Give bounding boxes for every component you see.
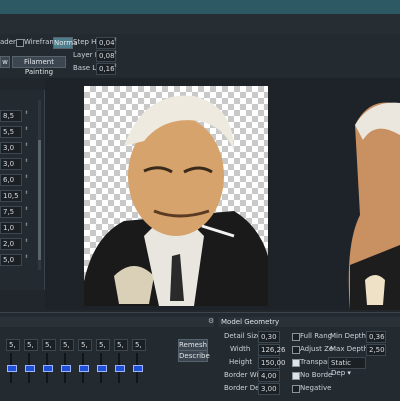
wireframe-checkbox[interactable] bbox=[16, 39, 24, 47]
filament-painting-button[interactable]: Filament Painting bbox=[12, 56, 66, 76]
left-value-field[interactable]: 3,0 bbox=[0, 158, 22, 170]
left-value-spinner[interactable]: ⬍ bbox=[24, 223, 29, 228]
max-depth-field[interactable]: 2,50 bbox=[366, 344, 386, 356]
left-value-spinner[interactable]: ⬍ bbox=[24, 159, 29, 164]
slider-thumb[interactable] bbox=[133, 365, 143, 372]
left-value-field[interactable]: 10,5 bbox=[0, 190, 22, 202]
slider-value-field[interactable]: 5, bbox=[60, 339, 74, 351]
layer-height-spinner[interactable]: ⬍ bbox=[113, 51, 118, 56]
left-value-spinner[interactable]: ⬍ bbox=[24, 143, 29, 148]
left-value-spinner[interactable]: ⬍ bbox=[24, 191, 29, 196]
portrait-image bbox=[84, 95, 268, 306]
left-value-field[interactable]: 5,5 bbox=[0, 126, 22, 138]
left-value-field[interactable]: 5,0 bbox=[0, 254, 22, 266]
slider-thumb[interactable] bbox=[61, 365, 71, 372]
left-scrollbar[interactable] bbox=[38, 100, 41, 270]
toolbar: ader Wireframe Norma Step He 0,04 ⬍ w Fi… bbox=[0, 34, 400, 78]
left-value-spinner[interactable]: ⬍ bbox=[24, 111, 29, 116]
negative-label: Negative bbox=[300, 384, 332, 392]
slider-value-field[interactable]: 5, bbox=[24, 339, 38, 351]
full-range-label: Full Rang bbox=[300, 332, 333, 340]
left-value-field[interactable]: 3,0 bbox=[0, 142, 22, 154]
bottom-panel: ⚙ 5, 5, 5, 5, 5, 5, 5, 5, Remesh Describe Model… bbox=[0, 312, 400, 401]
slider-value-field[interactable]: 5, bbox=[96, 339, 110, 351]
detail-size-field[interactable]: 0,30 bbox=[258, 331, 280, 343]
step-height-spinner[interactable]: ⬍ bbox=[113, 38, 118, 43]
menu-bar bbox=[0, 14, 400, 35]
static-depth-select[interactable]: Static Dep ▾ bbox=[328, 357, 366, 377]
height-field[interactable]: 150,00 bbox=[258, 357, 286, 369]
slider-thumb[interactable] bbox=[25, 365, 35, 372]
width-label: Width bbox=[230, 345, 251, 353]
slider-thumb[interactable] bbox=[97, 365, 107, 372]
model-geometry-header: Model Geometry bbox=[218, 317, 400, 327]
left-value-field[interactable]: 7,5 bbox=[0, 206, 22, 218]
min-depth-label: Min Depth bbox=[330, 332, 366, 340]
slider-value-field[interactable]: 5, bbox=[78, 339, 92, 351]
base-layer-label: Base Li bbox=[73, 64, 99, 72]
base-layer-spinner[interactable]: ⬍ bbox=[113, 64, 118, 69]
slider-thumb[interactable] bbox=[115, 365, 125, 372]
no-border-checkbox[interactable] bbox=[292, 372, 300, 380]
left-value-field[interactable]: 8,5 bbox=[0, 110, 22, 122]
left-value-field[interactable]: 6,0 bbox=[0, 174, 22, 186]
slider-value-field[interactable]: 5, bbox=[42, 339, 56, 351]
height-label: Height bbox=[229, 358, 253, 366]
slider-thumb[interactable] bbox=[43, 365, 53, 372]
shader-label[interactable]: ader bbox=[0, 38, 16, 46]
border-width-field[interactable]: 4,00 bbox=[258, 370, 280, 382]
left-value-spinner[interactable]: ⬍ bbox=[24, 255, 29, 260]
settings-icon[interactable]: ⚙ bbox=[208, 317, 216, 325]
normal-toggle[interactable]: Norma bbox=[53, 37, 77, 49]
left-value-field[interactable]: 2,0 bbox=[0, 238, 22, 250]
adjust-label: Adjust Ze bbox=[300, 345, 334, 353]
max-depth-label: Max Depth bbox=[330, 345, 369, 353]
transparent-checkbox[interactable] bbox=[292, 359, 300, 367]
sliders-header bbox=[0, 317, 214, 327]
border-depth-field[interactable]: 3,00 bbox=[258, 383, 280, 395]
no-border-label: No Borde bbox=[300, 371, 333, 379]
title-bar bbox=[0, 0, 400, 14]
slider-thumb[interactable] bbox=[7, 365, 17, 372]
left-value-spinner[interactable]: ⬍ bbox=[24, 207, 29, 212]
left-button[interactable]: w bbox=[0, 56, 10, 68]
detail-size-label: Detail Size bbox=[224, 332, 262, 340]
slider-value-field[interactable]: 5, bbox=[132, 339, 146, 351]
negative-checkbox[interactable] bbox=[292, 385, 300, 393]
adjust-checkbox[interactable] bbox=[292, 346, 300, 354]
width-field[interactable]: 126,26 bbox=[258, 344, 286, 356]
left-value-spinner[interactable]: ⬍ bbox=[24, 239, 29, 244]
left-value-spinner[interactable]: ⬍ bbox=[24, 127, 29, 132]
describe-button[interactable]: Describe bbox=[178, 350, 210, 362]
full-range-checkbox[interactable] bbox=[292, 333, 300, 341]
slider-value-field[interactable]: 5, bbox=[114, 339, 128, 351]
slider-value-field[interactable]: 5, bbox=[6, 339, 20, 351]
left-value-field[interactable]: 1,0 bbox=[0, 222, 22, 234]
3d-preview-image bbox=[348, 102, 400, 310]
slider-thumb[interactable] bbox=[79, 365, 89, 372]
min-depth-field[interactable]: 0,36 bbox=[366, 331, 386, 343]
static-depth-value: Static Dep bbox=[331, 359, 352, 377]
left-value-spinner[interactable]: ⬍ bbox=[24, 175, 29, 180]
